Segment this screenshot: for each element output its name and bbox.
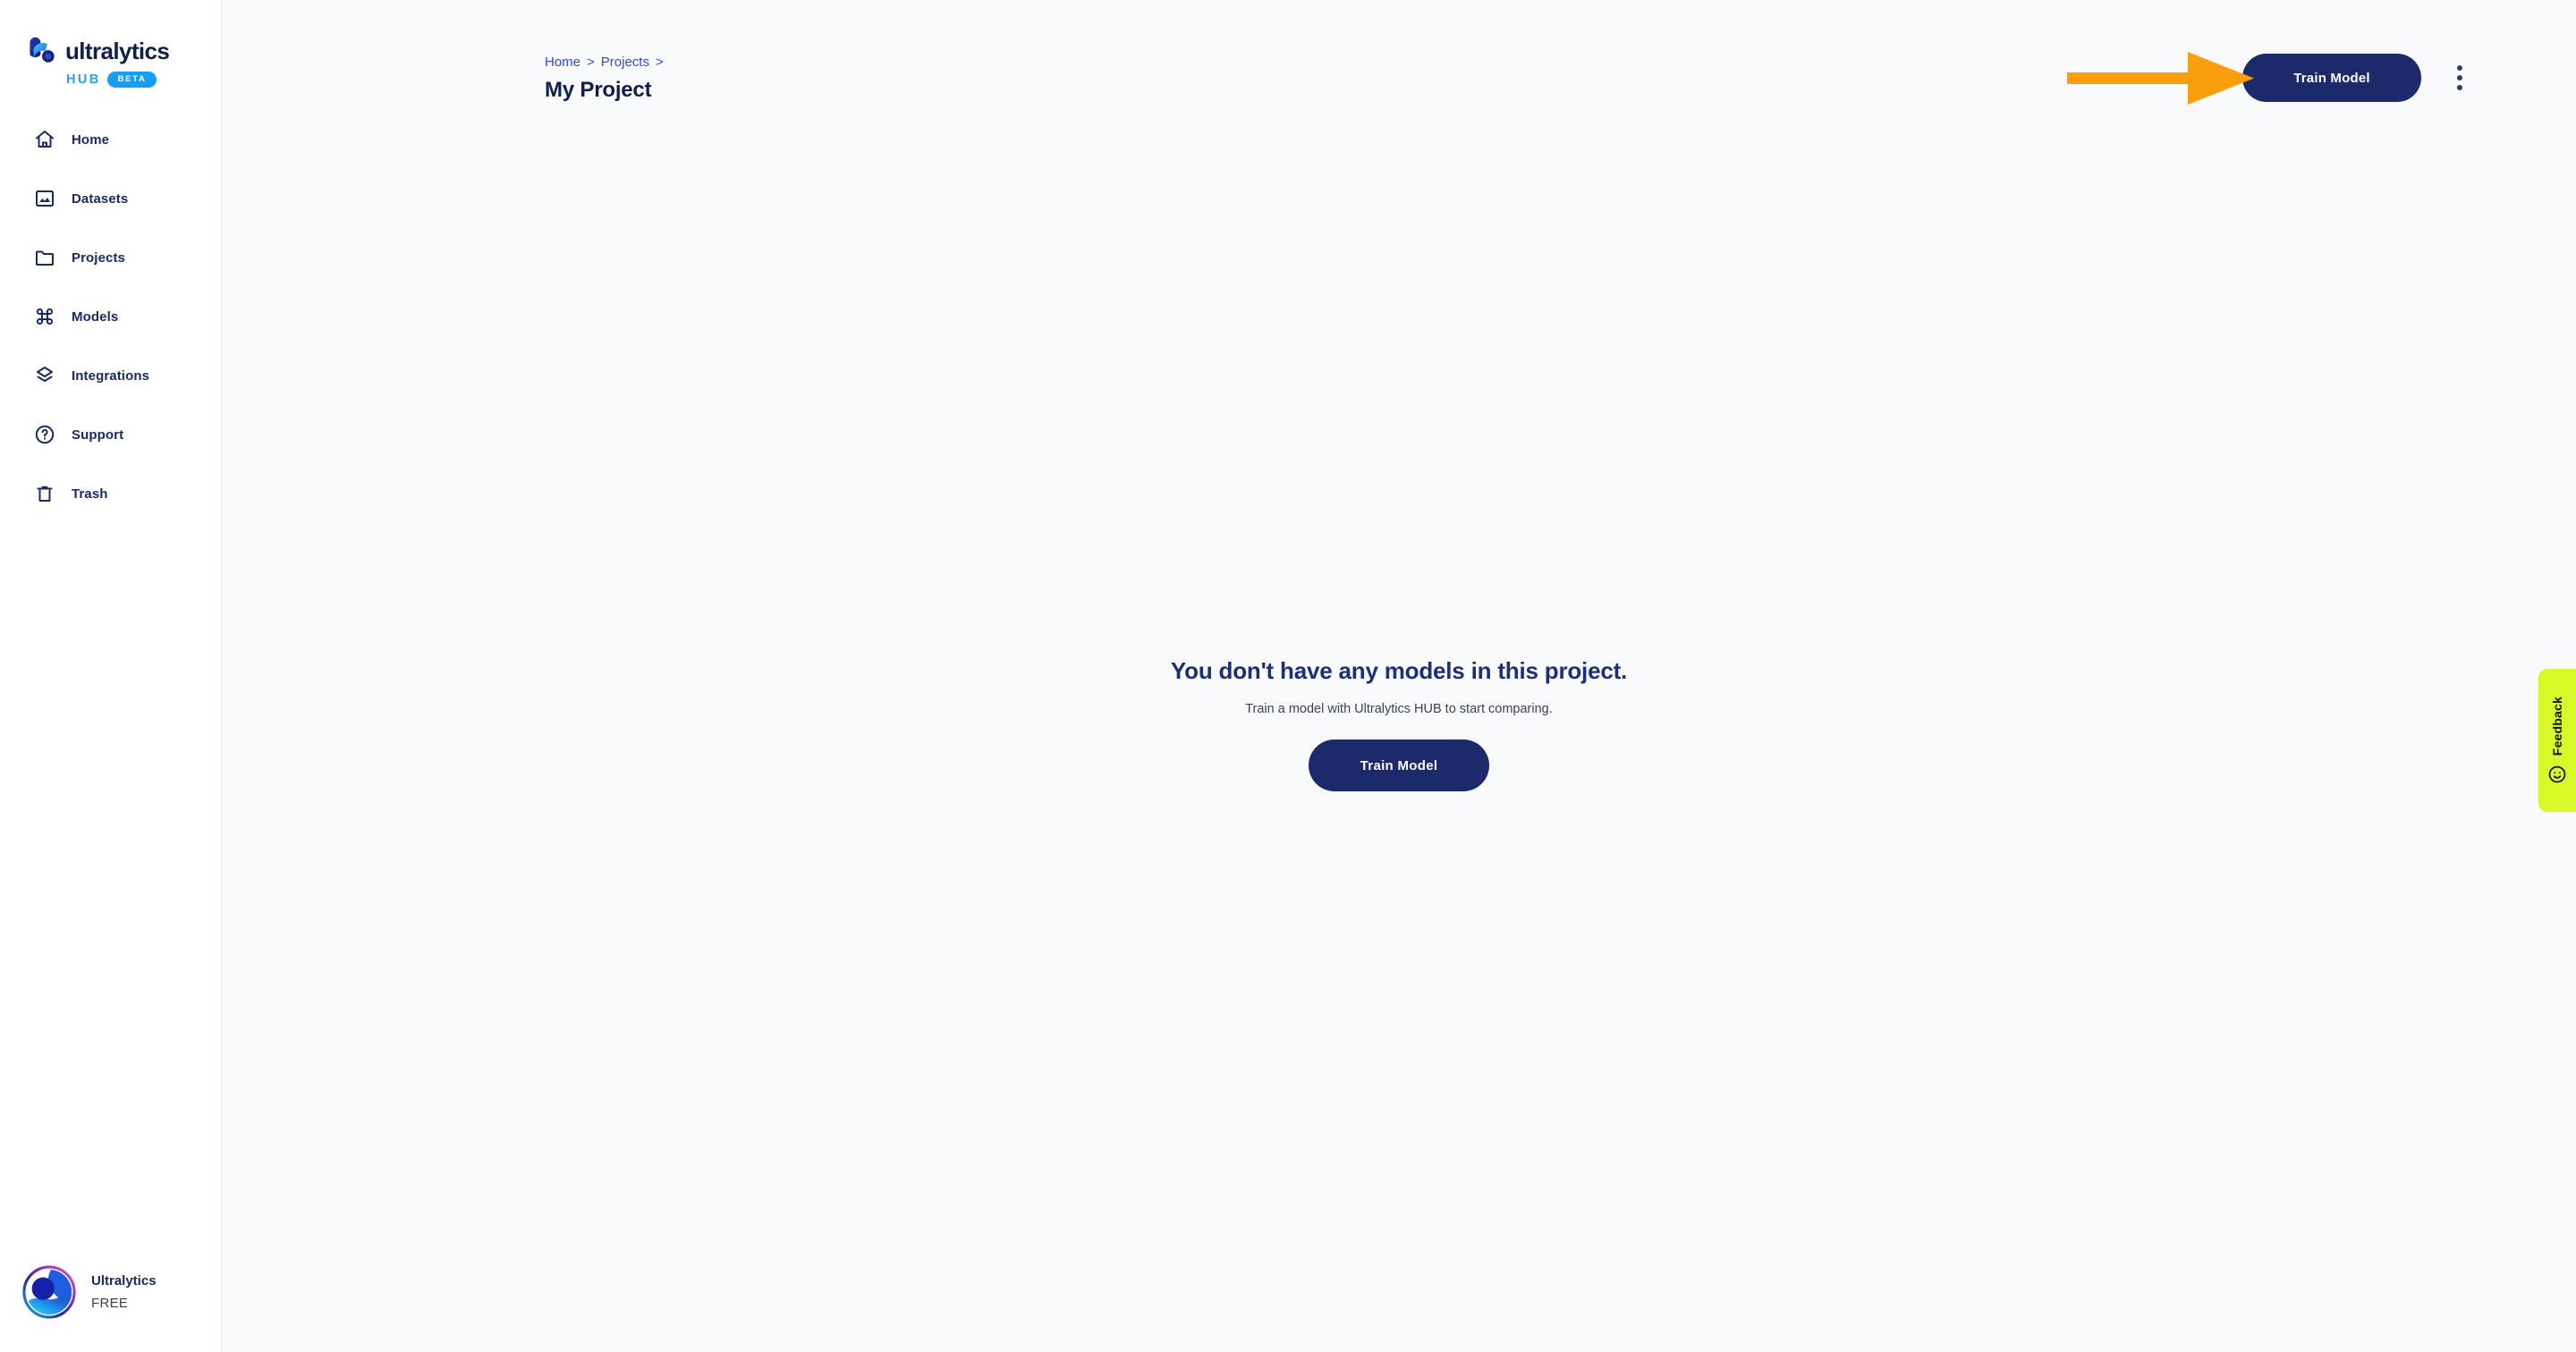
account-switcher[interactable]: Ultralytics FREE xyxy=(0,1264,221,1320)
sidebar-item-projects[interactable]: Projects xyxy=(0,241,221,274)
sidebar: ultralytics HUB BETA Home Datasets Proje… xyxy=(0,0,222,1352)
sidebar-item-support[interactable]: Support xyxy=(0,418,221,451)
feedback-label: Feedback xyxy=(2550,696,2564,756)
sidebar-item-home[interactable]: Home xyxy=(0,123,221,156)
home-icon xyxy=(36,131,54,148)
kebab-menu-icon[interactable] xyxy=(2446,60,2473,96)
sidebar-item-label: Datasets xyxy=(72,190,129,207)
kebab-dot xyxy=(2457,75,2462,80)
breadcrumb: Home > Projects > xyxy=(545,55,664,69)
empty-state-subtitle: Train a model with Ultralytics HUB to st… xyxy=(1245,702,1553,717)
trash-icon xyxy=(37,486,53,502)
sidebar-item-label: Models xyxy=(72,308,119,325)
breadcrumb-item-projects[interactable]: Projects xyxy=(601,55,649,69)
kebab-dot xyxy=(2457,85,2462,90)
breadcrumb-separator: > xyxy=(587,55,595,70)
sidebar-item-label: Support xyxy=(72,427,124,443)
train-model-button-empty-state[interactable]: Train Model xyxy=(1309,739,1489,792)
brand-beta-badge: BETA xyxy=(106,72,157,88)
empty-state: You don't have any models in this projec… xyxy=(222,657,2576,792)
sidebar-item-datasets[interactable]: Datasets xyxy=(0,182,221,215)
image-icon xyxy=(36,190,54,207)
sidebar-item-label: Home xyxy=(72,131,110,148)
sidebar-item-trash[interactable]: Trash xyxy=(0,477,221,510)
breadcrumb-item-home[interactable]: Home xyxy=(545,55,580,69)
ultralytics-logo-icon xyxy=(30,37,55,63)
brand-wordmark: ultralytics xyxy=(65,38,170,64)
sidebar-item-label: Projects xyxy=(72,249,125,266)
command-icon xyxy=(36,308,54,325)
sidebar-item-integrations[interactable]: Integrations xyxy=(0,359,221,392)
sidebar-nav: Home Datasets Projects Models Integratio… xyxy=(0,123,221,537)
kebab-dot xyxy=(2457,65,2462,71)
page-title: My Project xyxy=(545,78,652,102)
empty-state-title: You don't have any models in this projec… xyxy=(1170,657,1628,684)
brand-logo[interactable]: ultralytics HUB BETA xyxy=(27,36,170,88)
annotation-arrow-icon xyxy=(2067,52,2254,105)
brand-logo-row: ultralytics xyxy=(27,36,170,66)
sidebar-item-label: Trash xyxy=(72,486,108,502)
account-plan: FREE xyxy=(91,1296,129,1311)
layers-icon xyxy=(37,367,53,382)
page-header: Home > Projects > My Project Train Model xyxy=(222,0,2576,161)
brand-hub-label: HUB xyxy=(66,72,101,87)
question-circle-icon xyxy=(35,425,55,444)
app-root: ultralytics HUB BETA Home Datasets Proje… xyxy=(0,0,2576,1352)
main-content: Home > Projects > My Project Train Model… xyxy=(222,0,2576,1352)
train-model-button-header[interactable]: Train Model xyxy=(2242,54,2421,102)
sidebar-item-label: Integrations xyxy=(72,368,150,384)
breadcrumb-separator: > xyxy=(655,55,664,70)
sidebar-item-models[interactable]: Models xyxy=(0,300,221,333)
avatar xyxy=(22,1265,76,1319)
account-name: Ultralytics xyxy=(91,1273,157,1289)
feedback-tab[interactable]: Feedback xyxy=(2538,669,2576,812)
brand-sub: HUB BETA xyxy=(66,72,169,88)
folder-icon xyxy=(36,250,54,266)
smiley-face-icon xyxy=(2548,765,2566,783)
account-text: Ultralytics FREE xyxy=(91,1273,157,1311)
